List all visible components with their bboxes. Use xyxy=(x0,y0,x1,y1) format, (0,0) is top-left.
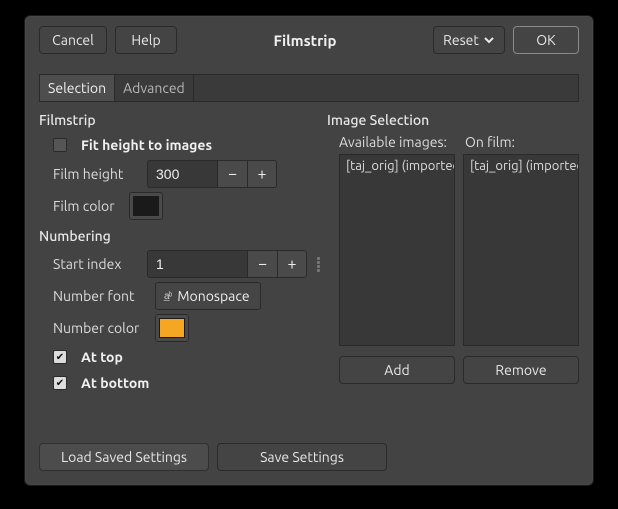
available-images-label: Available images: xyxy=(339,134,449,150)
reset-button[interactable]: Reset xyxy=(433,26,505,54)
dialog-title: Filmstrip xyxy=(185,32,425,49)
tab-advanced[interactable]: Advanced xyxy=(115,75,194,101)
list-item[interactable]: [taj_orig] (imported) xyxy=(464,155,578,177)
at-bottom-checkbox[interactable] xyxy=(53,376,67,390)
at-top-row: At top xyxy=(53,346,327,368)
film-height-input[interactable] xyxy=(147,160,217,188)
number-color-label: Number color xyxy=(53,320,147,336)
film-color-swatch xyxy=(133,196,159,216)
film-color-label: Film color xyxy=(53,198,121,214)
at-bottom-label: At bottom xyxy=(81,375,149,391)
list-item[interactable]: [taj_orig] (imported) xyxy=(340,155,454,177)
start-index-row: Start index − + xyxy=(53,250,327,278)
at-top-label: At top xyxy=(81,349,123,365)
at-top-checkbox[interactable] xyxy=(53,350,67,364)
film-color-row: Film color xyxy=(53,192,327,220)
add-remove-row: Add Remove xyxy=(339,356,579,384)
number-color-swatch xyxy=(159,318,185,338)
help-button[interactable]: Help xyxy=(115,26,177,54)
list-headers: Available images: On film: xyxy=(339,134,579,150)
right-column: Image Selection Available images: On fil… xyxy=(327,108,579,398)
film-height-row: Film height − + xyxy=(53,160,327,188)
number-font-label: Number font xyxy=(53,288,147,304)
cancel-button[interactable]: Cancel xyxy=(39,26,107,54)
number-color-button[interactable] xyxy=(155,314,189,342)
ok-button[interactable]: OK xyxy=(513,26,579,54)
fit-height-row: Fit height to images xyxy=(53,134,327,156)
filmstrip-section-title: Filmstrip xyxy=(39,112,327,128)
start-index-input[interactable] xyxy=(147,250,247,278)
on-film-label: On film: xyxy=(465,134,515,150)
start-index-increment[interactable]: + xyxy=(277,250,307,278)
drag-handle-icon[interactable] xyxy=(317,257,325,272)
start-index-decrement[interactable]: − xyxy=(247,250,277,278)
tab-strip: Selection Advanced xyxy=(39,74,579,102)
fit-height-checkbox[interactable] xyxy=(53,138,67,152)
header-bar: Cancel Help Filmstrip Reset OK xyxy=(25,16,593,64)
left-column: Filmstrip Fit height to images Film heig… xyxy=(39,108,327,398)
numbering-section-title: Numbering xyxy=(39,228,327,244)
content-area: Filmstrip Fit height to images Film heig… xyxy=(25,102,593,398)
film-height-label: Film height xyxy=(53,166,139,182)
film-color-button[interactable] xyxy=(129,192,163,220)
at-bottom-row: At bottom xyxy=(53,372,327,394)
film-height-stepper: − + xyxy=(147,160,277,188)
on-film-list[interactable]: [taj_orig] (imported) xyxy=(463,154,579,346)
save-settings-button[interactable]: Save Settings xyxy=(217,443,387,471)
reset-label: Reset xyxy=(443,32,479,48)
number-font-button[interactable]: a̲ᵇ Monospace xyxy=(155,282,261,310)
list-pair: [taj_orig] (imported) [taj_orig] (import… xyxy=(339,154,579,346)
load-saved-settings-button[interactable]: Load Saved Settings xyxy=(39,443,209,471)
start-index-label: Start index xyxy=(53,256,139,272)
chevron-down-icon xyxy=(483,34,495,46)
add-button[interactable]: Add xyxy=(339,356,455,384)
film-height-decrement[interactable]: − xyxy=(217,160,247,188)
start-index-stepper: − + xyxy=(147,250,307,278)
available-images-list[interactable]: [taj_orig] (imported) xyxy=(339,154,455,346)
remove-button[interactable]: Remove xyxy=(463,356,579,384)
film-height-increment[interactable]: + xyxy=(247,160,277,188)
dialog: Cancel Help Filmstrip Reset OK Selection… xyxy=(24,15,594,486)
footer-bar: Load Saved Settings Save Settings xyxy=(39,443,387,471)
number-font-value: Monospace xyxy=(177,288,249,304)
tab-selection[interactable]: Selection xyxy=(40,75,115,101)
image-selection-title: Image Selection xyxy=(327,112,579,128)
font-icon: a̲ᵇ xyxy=(164,291,171,301)
number-font-row: Number font a̲ᵇ Monospace xyxy=(53,282,327,310)
fit-height-label: Fit height to images xyxy=(81,137,212,153)
number-color-row: Number color xyxy=(53,314,327,342)
